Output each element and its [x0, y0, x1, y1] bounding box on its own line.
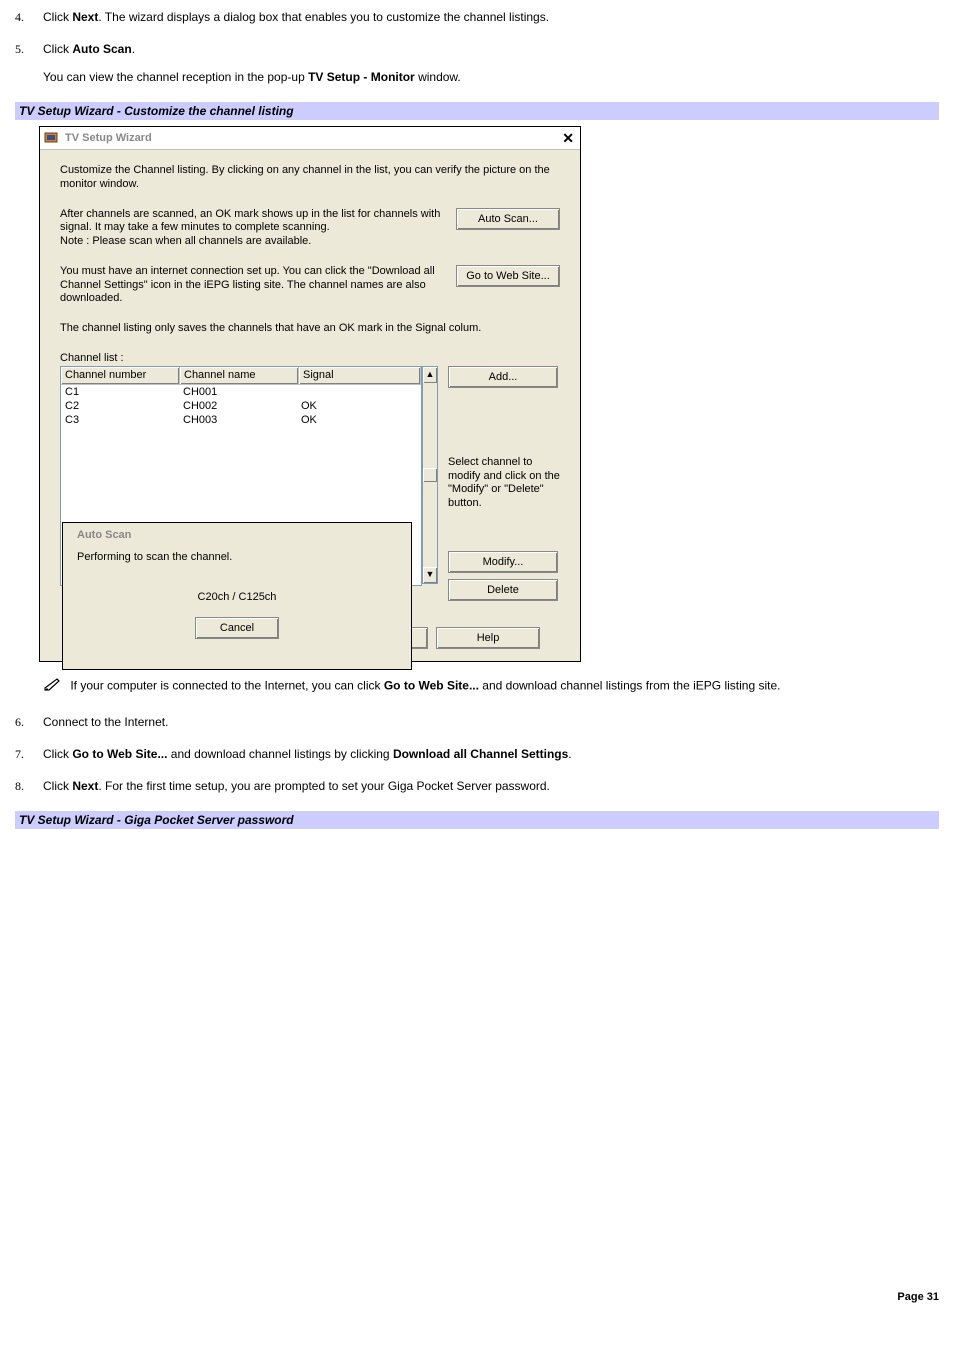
auto-scan-popup: Auto Scan Performing to scan the channel…: [62, 522, 412, 670]
help-button[interactable]: Help: [436, 627, 540, 649]
list-item[interactable]: C2 CH002 OK: [61, 399, 421, 413]
note-icon: [43, 676, 65, 697]
save-note: The channel listing only saves the chann…: [60, 322, 560, 336]
cell-signal: OK: [297, 399, 421, 413]
step-number: 7.: [15, 747, 24, 762]
add-button[interactable]: Add...: [448, 366, 558, 388]
cell-signal: OK: [297, 413, 421, 427]
note-text: and download channel listings from the i…: [479, 678, 781, 692]
step-bold: TV Setup - Monitor: [308, 70, 415, 84]
popup-cancel-button[interactable]: Cancel: [195, 617, 279, 639]
cell-name: CH002: [179, 399, 297, 413]
dialog-intro: Customize the Channel listing. By clicki…: [60, 164, 560, 192]
step-text: Click: [43, 42, 72, 56]
step-number: 5.: [15, 42, 24, 57]
cell-name: CH003: [179, 413, 297, 427]
step-bold: Download all Channel Settings: [393, 747, 568, 761]
scroll-up-icon[interactable]: ▲: [423, 367, 437, 383]
go-to-web-site-button[interactable]: Go to Web Site...: [456, 265, 560, 287]
popup-text: Performing to scan the channel.: [77, 551, 397, 563]
section-heading: TV Setup Wizard - Customize the channel …: [15, 102, 939, 120]
step-text: Click: [43, 747, 72, 761]
scan-description: After channels are scanned, an OK mark s…: [60, 208, 456, 249]
scrollbar[interactable]: ▲ ▼: [422, 366, 438, 584]
step-text: .: [568, 747, 571, 761]
step-text: Connect to the Internet.: [43, 715, 168, 729]
section-heading: TV Setup Wizard - Giga Pocket Server pas…: [15, 811, 939, 829]
side-hint: Select channel to modify and click on th…: [448, 456, 560, 511]
popup-title: Auto Scan: [77, 529, 397, 541]
col-header-signal[interactable]: Signal: [299, 367, 421, 384]
note-text: If your computer is connected to the Int…: [70, 678, 384, 692]
cell-number: C2: [61, 399, 179, 413]
step-text: window.: [415, 70, 461, 84]
step-text: Click: [43, 10, 72, 24]
list-item[interactable]: C1 CH001: [61, 385, 421, 399]
step-bold: Go to Web Site...: [72, 747, 167, 761]
step-number: 4.: [15, 10, 24, 25]
auto-scan-button[interactable]: Auto Scan...: [456, 208, 560, 230]
step-number: 6.: [15, 715, 24, 730]
col-header-name[interactable]: Channel name: [180, 367, 299, 384]
step-bold: Next: [72, 779, 98, 793]
close-icon[interactable]: ✕: [560, 130, 576, 147]
popup-progress: C20ch / C125ch: [77, 591, 397, 603]
list-item[interactable]: C3 CH003 OK: [61, 413, 421, 427]
cell-number: C1: [61, 385, 179, 399]
channel-list-label: Channel list :: [60, 352, 560, 364]
web-description: You must have an internet connection set…: [60, 265, 456, 306]
note-bold: Go to Web Site...: [384, 678, 479, 692]
step-bold: Next: [72, 10, 98, 24]
scroll-down-icon[interactable]: ▼: [423, 567, 437, 583]
dialog-title: TV Setup Wizard: [65, 132, 560, 144]
step-text: Click: [43, 779, 72, 793]
page-number: Page 31: [15, 1291, 939, 1303]
tv-setup-wizard-dialog: TV Setup Wizard ✕ Customize the Channel …: [39, 126, 581, 662]
step-text: . For the first time setup, you are prom…: [98, 779, 550, 793]
app-icon: [44, 130, 60, 146]
cell-name: CH001: [179, 385, 297, 399]
cell-number: C3: [61, 413, 179, 427]
step-text: You can view the channel reception in th…: [43, 70, 308, 84]
step-text: .: [132, 42, 135, 56]
step-number: 8.: [15, 779, 24, 794]
modify-button[interactable]: Modify...: [448, 551, 558, 573]
step-text: . The wizard displays a dialog box that …: [98, 10, 549, 24]
dialog-titlebar[interactable]: TV Setup Wizard ✕: [40, 127, 580, 150]
scroll-thumb[interactable]: [423, 468, 437, 482]
col-header-number[interactable]: Channel number: [61, 367, 180, 384]
cell-signal: [297, 385, 421, 399]
delete-button[interactable]: Delete: [448, 579, 558, 601]
step-text: and download channel listings by clickin…: [167, 747, 392, 761]
step-bold: Auto Scan: [72, 42, 131, 56]
